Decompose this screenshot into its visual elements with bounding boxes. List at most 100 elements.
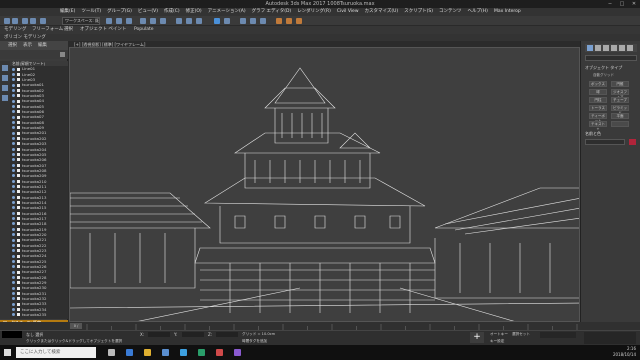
create-tab-icon[interactable] bbox=[587, 45, 593, 51]
menu-item[interactable]: Civil View bbox=[337, 8, 359, 16]
render-icon[interactable] bbox=[296, 18, 302, 24]
visibility-eye-icon[interactable] bbox=[12, 222, 15, 226]
visibility-eye-icon[interactable] bbox=[12, 238, 15, 242]
explorer-tab-edit[interactable]: 編集 bbox=[38, 41, 47, 50]
playback-controls[interactable] bbox=[540, 332, 576, 338]
autogrid-checkbox[interactable]: 自動グリッド bbox=[593, 73, 614, 78]
3dsmax-taskbar-icon[interactable] bbox=[198, 349, 205, 356]
unlink-icon[interactable] bbox=[30, 18, 36, 24]
visibility-eye-icon[interactable] bbox=[12, 115, 15, 119]
maximize-button[interactable]: □ bbox=[616, 0, 628, 8]
clock-date[interactable]: 2018/10/14 bbox=[600, 351, 636, 358]
render-frame-icon[interactable] bbox=[286, 18, 292, 24]
category-dropdown[interactable] bbox=[585, 55, 637, 61]
menu-item[interactable]: レンダリング(R) bbox=[297, 8, 331, 16]
maxscript-listener[interactable] bbox=[2, 331, 22, 338]
render-setup-icon[interactable] bbox=[276, 18, 282, 24]
add-key-button[interactable]: + bbox=[470, 332, 484, 343]
curve-editor-icon[interactable] bbox=[240, 18, 246, 24]
visibility-eye-icon[interactable] bbox=[12, 67, 15, 71]
display-tab-icon[interactable] bbox=[619, 45, 625, 51]
modify-tab-icon[interactable] bbox=[595, 45, 601, 51]
select-by-name-icon[interactable] bbox=[116, 18, 122, 24]
viewport-navigation[interactable] bbox=[584, 332, 636, 344]
visibility-eye-icon[interactable] bbox=[12, 163, 15, 167]
visibility-eye-icon[interactable] bbox=[12, 281, 15, 285]
menu-item[interactable]: グラフ エディタ(D) bbox=[252, 8, 292, 16]
visibility-eye-icon[interactable] bbox=[12, 120, 15, 124]
visibility-eye-icon[interactable] bbox=[12, 142, 15, 146]
visibility-eye-icon[interactable] bbox=[12, 83, 15, 87]
visibility-eye-icon[interactable] bbox=[12, 131, 15, 135]
visibility-eye-icon[interactable] bbox=[12, 78, 15, 82]
visibility-eye-icon[interactable] bbox=[12, 286, 15, 290]
box-button[interactable]: ボックス bbox=[589, 81, 607, 87]
menu-item[interactable]: 修正(O) bbox=[186, 8, 202, 16]
menu-item[interactable]: カスタマイズ(U) bbox=[365, 8, 399, 16]
tube-button[interactable]: チューブ bbox=[611, 97, 629, 103]
visibility-eye-icon[interactable] bbox=[12, 270, 15, 274]
visibility-eye-icon[interactable] bbox=[12, 297, 15, 301]
tab-object-paint[interactable]: オブジェクト ペイント bbox=[80, 26, 126, 34]
visibility-eye-icon[interactable] bbox=[12, 249, 15, 253]
cone-button[interactable]: 円錐 bbox=[611, 81, 629, 87]
close-button[interactable]: ✕ bbox=[628, 0, 640, 8]
ribbon-panel-label[interactable]: ポリゴン モデリング bbox=[4, 34, 46, 41]
visibility-eye-icon[interactable] bbox=[12, 104, 15, 108]
y-coord-field[interactable] bbox=[182, 332, 204, 337]
auto-key-button[interactable]: オートキー bbox=[490, 331, 508, 338]
visibility-eye-icon[interactable] bbox=[12, 233, 15, 237]
filter-lights-icon[interactable] bbox=[2, 85, 8, 91]
visibility-eye-icon[interactable] bbox=[12, 206, 15, 210]
teapot-button[interactable]: ティーポット bbox=[589, 113, 607, 123]
redo-icon[interactable] bbox=[12, 18, 18, 24]
visibility-eye-icon[interactable] bbox=[12, 201, 15, 205]
visibility-eye-icon[interactable] bbox=[12, 88, 15, 92]
move-icon[interactable] bbox=[140, 18, 146, 24]
tab-selection[interactable]: 選択 bbox=[64, 26, 73, 34]
taskbar-search-input[interactable]: ここに入力して検索 bbox=[16, 347, 96, 358]
snap-icon[interactable] bbox=[176, 18, 182, 24]
close-icon[interactable] bbox=[60, 52, 65, 57]
object-color-swatch[interactable] bbox=[629, 139, 636, 145]
visibility-eye-icon[interactable] bbox=[12, 94, 15, 98]
menu-item[interactable]: ビュー(V) bbox=[138, 8, 158, 16]
angle-snap-icon[interactable] bbox=[186, 18, 192, 24]
filter-shapes-icon[interactable] bbox=[2, 75, 8, 81]
visibility-eye-icon[interactable] bbox=[12, 99, 15, 103]
visibility-eye-icon[interactable] bbox=[12, 185, 15, 189]
menu-item[interactable]: 作成(C) bbox=[164, 8, 180, 16]
visibility-eye-icon[interactable] bbox=[12, 126, 15, 130]
visibility-eye-icon[interactable] bbox=[12, 179, 15, 183]
time-slider[interactable]: 0 / 100 bbox=[70, 323, 82, 334]
material-editor-icon[interactable] bbox=[260, 18, 266, 24]
textplus-button[interactable]: テキスト + bbox=[589, 121, 607, 131]
menu-item[interactable]: スクリプト(S) bbox=[404, 8, 433, 16]
visibility-eye-icon[interactable] bbox=[12, 217, 15, 221]
object-name-field[interactable] bbox=[585, 139, 625, 145]
visibility-eye-icon[interactable] bbox=[12, 190, 15, 194]
visibility-eye-icon[interactable] bbox=[12, 147, 15, 151]
visibility-eye-icon[interactable] bbox=[12, 174, 15, 178]
tab-freeform[interactable]: フリーフォーム bbox=[32, 26, 63, 34]
visibility-eye-icon[interactable] bbox=[12, 254, 15, 258]
visibility-eye-icon[interactable] bbox=[12, 169, 15, 173]
visibility-eye-icon[interactable] bbox=[12, 227, 15, 231]
motion-tab-icon[interactable] bbox=[611, 45, 617, 51]
visibility-eye-icon[interactable] bbox=[12, 275, 15, 279]
task-view-icon[interactable] bbox=[108, 349, 115, 356]
edge-icon[interactable] bbox=[126, 349, 133, 356]
visibility-eye-icon[interactable] bbox=[12, 153, 15, 157]
filter-cameras-icon[interactable] bbox=[2, 95, 8, 101]
tab-modeling[interactable]: モデリング bbox=[4, 26, 27, 34]
select-icon[interactable] bbox=[106, 18, 112, 24]
percent-snap-icon[interactable] bbox=[196, 18, 202, 24]
workspace-dropdown[interactable]: ワークスペース: 既定 bbox=[62, 17, 100, 25]
perspective-viewport[interactable] bbox=[69, 47, 580, 322]
visibility-eye-icon[interactable] bbox=[12, 291, 15, 295]
windows-start-icon[interactable] bbox=[4, 349, 11, 356]
torus-button[interactable]: トーラス bbox=[589, 105, 607, 111]
link-icon[interactable] bbox=[22, 18, 28, 24]
scale-icon[interactable] bbox=[160, 18, 166, 24]
hierarchy-tab-icon[interactable] bbox=[603, 45, 609, 51]
